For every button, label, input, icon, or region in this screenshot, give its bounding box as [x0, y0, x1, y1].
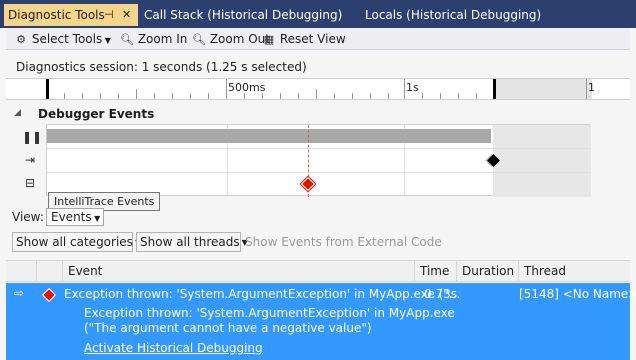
ruler-minor-tick — [172, 93, 173, 99]
zoom-in-button[interactable]: 🔍︎ Zoom In — [120, 31, 187, 47]
row-arrow-icon: ⇨ — [14, 286, 25, 300]
ruler-minor-tick — [280, 93, 281, 99]
time-ruler[interactable]: 500ms 1s 1 — [6, 78, 630, 100]
ruler-end-handle[interactable] — [493, 79, 496, 99]
tab-diagnostic-tools[interactable]: Diagnostic Tools ⊣ ✕ — [4, 4, 138, 26]
show-external-events-button[interactable]: Show Events from External Code — [245, 235, 442, 249]
ruler-label-1s: 1s — [406, 81, 419, 94]
tab-call-stack-label: Call Stack (Historical Debugging) — [144, 8, 343, 22]
session-text: Diagnostics session: 1 seconds (1.25 s s… — [16, 60, 307, 74]
pause-icon: ❚❚ — [22, 130, 43, 144]
select-tools-button[interactable]: ⚙ Select Tools ▼ — [14, 31, 111, 47]
session-header: Diagnostics session: 1 seconds (1.25 s s… — [6, 56, 630, 78]
toolbar: ⚙ Select Tools ▼ 🔍︎ Zoom In 🔍︎ Zoom Out … — [6, 28, 630, 50]
view-row: View: Events ▼ — [6, 208, 630, 228]
ruler-start-handle[interactable] — [46, 79, 49, 99]
tab-strip: Diagnostic Tools ⊣ ✕ Call Stack (Histori… — [0, 0, 636, 28]
header-time[interactable]: Time — [414, 261, 456, 281]
zoom-out-label: Zoom Out — [209, 32, 270, 46]
ruler-minor-tick — [118, 93, 119, 99]
ruler-minor-tick — [154, 93, 155, 99]
ruler-minor-tick — [64, 93, 65, 99]
table-row[interactable]: ⇨ Exception thrown: 'System.ArgumentExce… — [6, 283, 636, 360]
ruler-minor-tick — [316, 89, 317, 99]
row-thread: [5148] <No Name> — [519, 287, 636, 301]
header-event[interactable]: Event — [62, 261, 414, 281]
ruler-minor-tick — [422, 93, 423, 99]
ruler-minor-tick — [190, 93, 191, 99]
ruler-minor-tick — [370, 93, 371, 99]
zoom-out-icon: 🔍︎ — [192, 33, 206, 46]
ruler-minor-tick — [100, 93, 101, 99]
ruler-minor-tick — [476, 93, 477, 99]
reset-view-icon: ▦ — [263, 33, 275, 46]
chevron-down-icon: ▼ — [102, 36, 111, 45]
threads-dropdown-value: Show all threads — [140, 235, 240, 249]
intellitrace-icon[interactable]: ⊟ — [22, 176, 38, 192]
activate-historical-debugging-link[interactable]: Activate Historical Debugging — [84, 341, 263, 355]
ruler-minor-tick — [82, 93, 83, 99]
row-detail-line1: Exception thrown: 'System.ArgumentExcept… — [84, 306, 455, 320]
reset-view-label: Reset View — [279, 32, 346, 46]
debugger-events-header[interactable]: ◢ Debugger Events — [6, 106, 630, 124]
zoom-out-button[interactable]: 🔍︎ Zoom Out — [192, 31, 270, 47]
collapse-arrow-icon[interactable]: ◢ — [14, 108, 21, 118]
ruler-tick — [586, 79, 587, 99]
filter-row: Show all categories▼ Show all threads▼ S… — [6, 232, 630, 252]
lane-step — [47, 149, 589, 173]
view-label: View: — [12, 210, 44, 224]
ruler-minor-tick — [388, 93, 389, 99]
tab-diagnostic-tools-label: Diagnostic Tools — [8, 8, 105, 22]
view-dropdown[interactable]: Events ▼ — [46, 208, 104, 226]
row-detail-line2: ("The argument cannot have a negative va… — [84, 321, 372, 335]
select-tools-icon: ⚙ — [16, 33, 26, 46]
reset-view-button[interactable]: ▦ Reset View — [262, 31, 346, 47]
tab-call-stack[interactable]: Call Stack (Historical Debugging) — [144, 4, 342, 26]
header-duration[interactable]: Duration — [456, 261, 518, 281]
debugger-events-lanes[interactable] — [46, 124, 591, 197]
tab-locals[interactable]: Locals (Historical Debugging) — [365, 4, 541, 26]
header-thread[interactable]: Thread — [518, 261, 630, 281]
ruler-minor-tick — [352, 93, 353, 99]
ruler-label-end: 1 — [588, 81, 595, 94]
row-time: 0.73s — [424, 287, 457, 301]
zoom-in-icon: 🔍︎ — [120, 33, 134, 46]
row-event: Exception thrown: 'System.ArgumentExcept… — [64, 287, 461, 301]
ruler-minor-tick — [136, 89, 137, 99]
threads-dropdown[interactable]: Show all threads ▼ — [136, 232, 248, 252]
ruler-selection — [496, 79, 592, 99]
ruler-label-500ms: 500ms — [228, 81, 266, 94]
categories-dropdown[interactable]: Show all categories▼ — [12, 232, 141, 252]
exception-diamond-icon — [41, 287, 57, 303]
close-icon[interactable]: ✕ — [122, 4, 131, 26]
ruler-tick — [404, 79, 405, 99]
select-tools-label: Select Tools — [31, 32, 103, 46]
pin-icon[interactable]: ⊣ — [104, 4, 114, 26]
ruler-minor-tick — [458, 93, 459, 99]
ruler-minor-tick — [208, 93, 209, 99]
events-table-header: Event Time Duration Thread — [6, 260, 630, 282]
tab-locals-label: Locals (Historical Debugging) — [365, 8, 542, 22]
ruler-tick — [226, 79, 227, 99]
ruler-minor-tick — [298, 93, 299, 99]
header-icon-column — [36, 261, 62, 281]
categories-dropdown-value: Show all categories — [16, 235, 133, 249]
ruler-minor-tick — [440, 93, 441, 99]
ruler-minor-tick — [334, 93, 335, 99]
debugger-events-title: Debugger Events — [38, 107, 155, 121]
chevron-down-icon: ▼ — [91, 214, 101, 223]
view-dropdown-value: Events — [51, 210, 92, 224]
zoom-in-label: Zoom In — [137, 32, 188, 46]
step-icon: ⇥ — [24, 153, 36, 167]
break-event-bar[interactable] — [47, 129, 491, 143]
